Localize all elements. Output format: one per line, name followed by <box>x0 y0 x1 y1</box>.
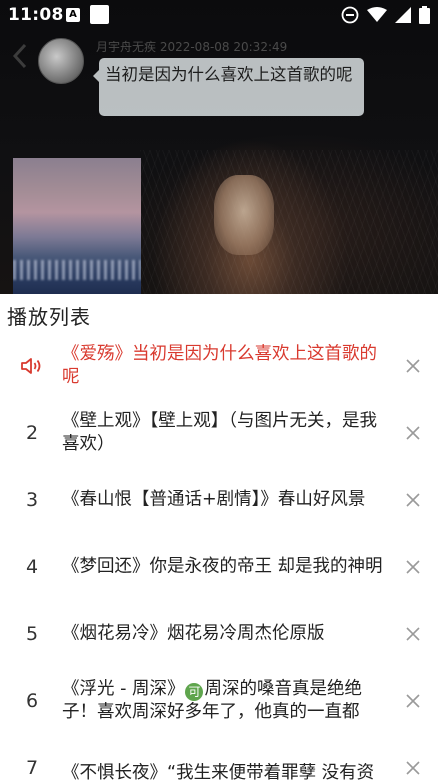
status-time: 11:08 <box>8 5 64 25</box>
close-icon[interactable] <box>402 556 424 578</box>
do-not-disturb-icon <box>341 6 359 24</box>
playlist-item-index: 6 <box>25 689 39 712</box>
close-icon[interactable] <box>402 757 424 779</box>
playlist-item-title: 《烟花易冷》烟花易冷周杰伦原版 <box>62 623 325 643</box>
now-playing-indicator <box>14 332 50 399</box>
square-icon <box>90 5 109 24</box>
cover-thumbnail[interactable] <box>13 158 141 294</box>
wifi-icon <box>367 7 387 22</box>
close-icon[interactable] <box>402 355 424 377</box>
close-icon[interactable] <box>402 690 424 712</box>
playlist-item-index: 4 <box>25 555 39 578</box>
avatar[interactable] <box>38 38 84 84</box>
playlist-title: 播放列表 <box>7 305 91 329</box>
playlist-item-index: 7 <box>25 756 39 779</box>
speaker-icon <box>21 357 41 374</box>
playlist-item-title: 《不惧长夜》“我生来便带着罪孽 没有资 <box>62 763 375 780</box>
playlist-item-index: 3 <box>25 488 39 511</box>
signal-icon <box>395 7 411 23</box>
playlist-item[interactable]: 《爱殇》当初是因为什么喜欢上这首歌的呢 <box>0 332 438 399</box>
playlist-item[interactable]: 2 《壁上观》【壁上观】（与图片无关，是我喜欢） <box>0 399 438 466</box>
playlist-item[interactable]: 3 《春山恨【普通话+剧情】》春山好风景 <box>0 466 438 533</box>
back-arrow-icon[interactable] <box>8 42 32 70</box>
playlist-item-title: 《爱殇》当初是因为什么喜欢上这首歌的呢 <box>62 343 377 387</box>
comment-bubble: 当初是因为什么喜欢上这首歌的呢 <box>93 58 364 116</box>
playlist-item[interactable]: 7 《不惧长夜》“我生来便带着罪孽 没有资 <box>0 734 438 780</box>
playlist-list: 《爱殇》当初是因为什么喜欢上这首歌的呢 2 《壁上观》【壁上观】（与图片无关，是… <box>0 332 438 780</box>
a-icon: A <box>66 8 80 22</box>
playlist-item[interactable]: 5 《烟花易冷》烟花易冷周杰伦原版 <box>0 600 438 667</box>
close-icon[interactable] <box>402 623 424 645</box>
battery-icon <box>419 6 430 24</box>
close-icon[interactable] <box>402 422 424 444</box>
playlist-sheet: 播放列表 《爱殇》当初是因为什么喜欢上这首歌的呢 2 《壁上观》【壁上观】（与图… <box>0 294 438 780</box>
vip-badge-icon: 可 <box>185 682 204 701</box>
artwork-figure <box>214 175 274 255</box>
close-icon[interactable] <box>402 489 424 511</box>
playlist-item-index: 2 <box>25 421 39 444</box>
playlist-item-title: 《梦回还》你是永夜的帝王 却是我的神明 <box>62 556 383 576</box>
status-bar: 11:08 A <box>0 0 438 32</box>
playlist-item-title: 《壁上观》【壁上观】（与图片无关，是我喜欢） <box>62 410 377 454</box>
playlist-item-title: 《春山恨【普通话+剧情】》春山好风景 <box>62 489 366 509</box>
playlist-item-index: 5 <box>25 622 39 645</box>
playlist-item-title-part: 《浮光 - 周深》 <box>62 678 185 699</box>
playlist-item[interactable]: 4 《梦回还》你是永夜的帝王 却是我的神明 <box>0 533 438 600</box>
playlist-item[interactable]: 6 《浮光 - 周深》可周深的嗓音真是绝绝子！喜欢周深好多年了，他真的一直都 <box>0 667 438 734</box>
comment-meta: 月宇舟无疾 2022-08-08 20:32:49 <box>96 40 288 54</box>
artwork-hair <box>140 150 438 294</box>
playlist-item-title: 《浮光 - 周深》可周深的嗓音真是绝绝子！喜欢周深好多年了，他真的一直都 <box>62 678 392 724</box>
